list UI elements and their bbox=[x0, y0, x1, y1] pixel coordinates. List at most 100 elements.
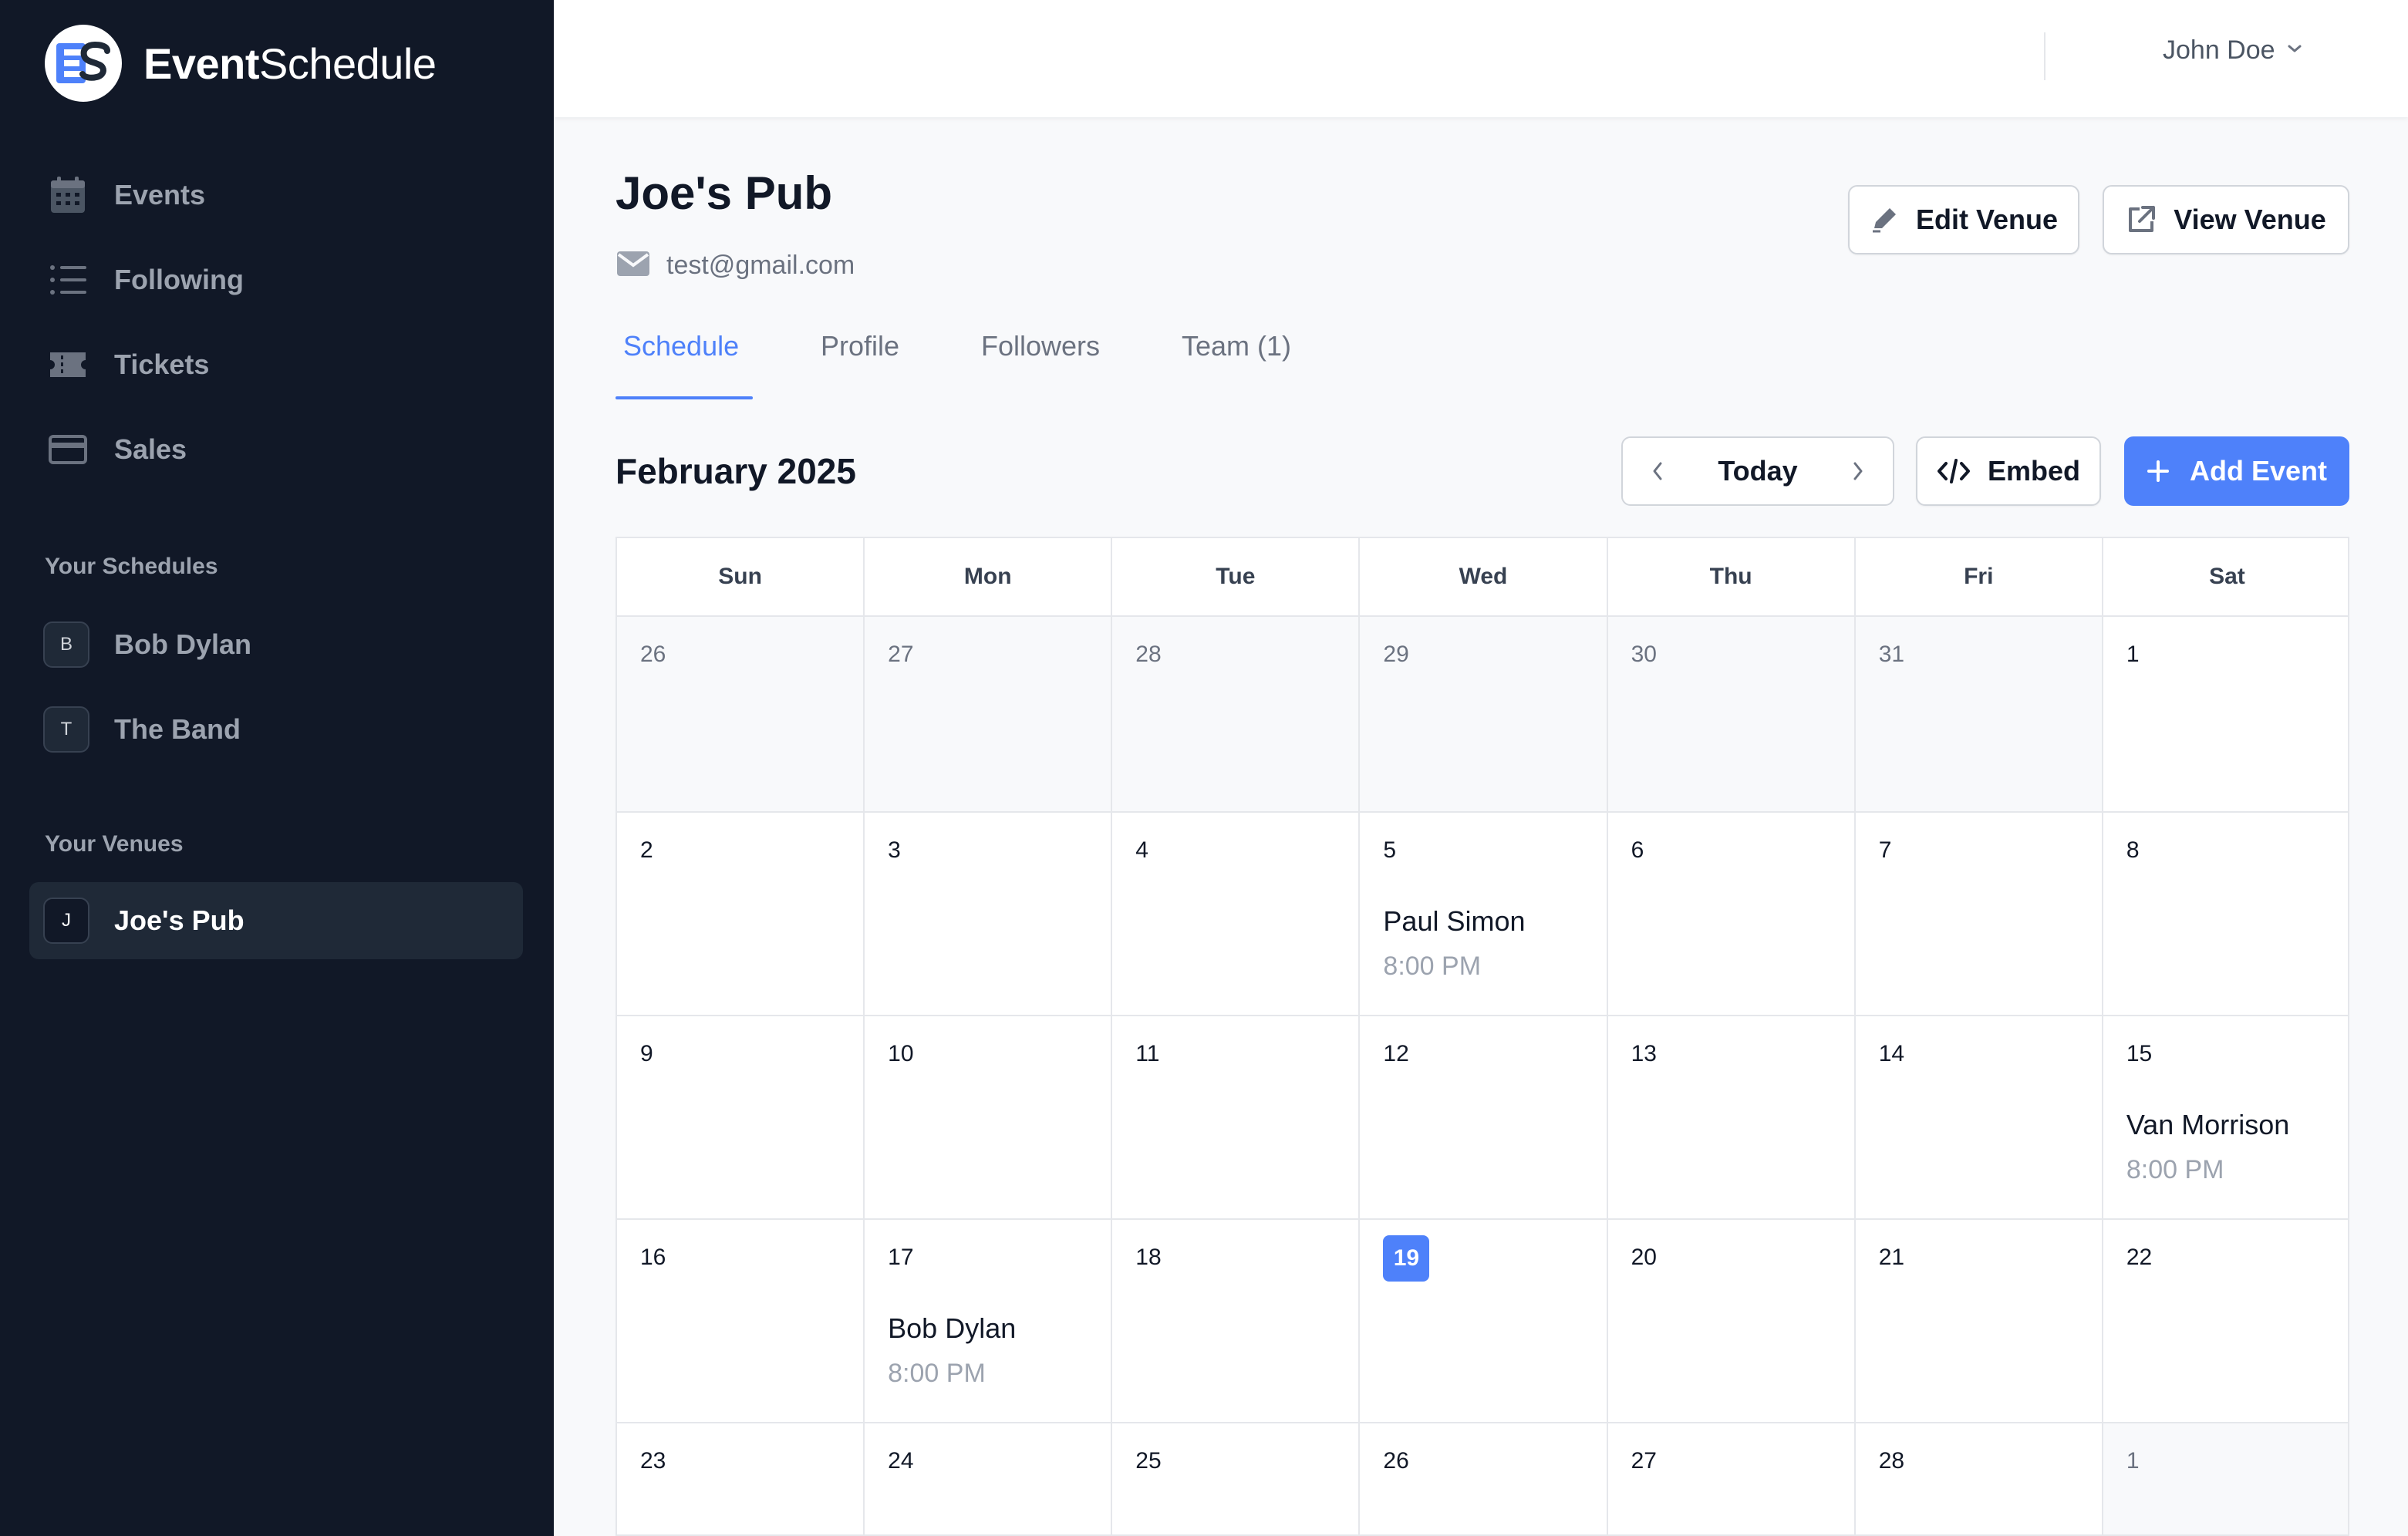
calendar-day-cell[interactable]: 27 bbox=[865, 617, 1113, 813]
tab-schedule[interactable]: Schedule bbox=[623, 312, 739, 401]
tab-followers[interactable]: Followers bbox=[981, 312, 1100, 401]
calendar-day-cell[interactable]: 5 Paul Simon 8:00 PM bbox=[1360, 813, 1608, 1016]
add-event-button[interactable]: Add Event bbox=[2124, 436, 2349, 506]
day-number: 27 bbox=[1631, 1448, 1657, 1474]
event-time: 8:00 PM bbox=[888, 1359, 986, 1388]
calendar-day-cell[interactable]: 28 bbox=[1112, 617, 1361, 813]
embed-label: Embed bbox=[1987, 455, 2081, 487]
day-number: 1 bbox=[2126, 1448, 2140, 1474]
day-number: 20 bbox=[1631, 1245, 1657, 1270]
calendar-day-cell[interactable]: 26 bbox=[617, 617, 865, 813]
calendar-day-cell[interactable]: 2 bbox=[617, 813, 865, 1016]
weekday-label: Thu bbox=[1608, 538, 1856, 615]
external-link-icon bbox=[2126, 204, 2157, 235]
calendar-day-cell[interactable]: 30 bbox=[1607, 617, 1856, 813]
brand-name: EventSchedule bbox=[143, 39, 437, 88]
sidebar-nav: Events Following Tickets Sales bbox=[0, 153, 554, 492]
calendar-day-cell[interactable]: 13 bbox=[1607, 1016, 1856, 1220]
calendar-day-cell[interactable]: 9 bbox=[617, 1016, 865, 1220]
tab-team[interactable]: Team (1) bbox=[1182, 312, 1291, 401]
edit-venue-button[interactable]: Edit Venue bbox=[1848, 185, 2079, 254]
weekday-label: Wed bbox=[1360, 538, 1608, 615]
day-number: 21 bbox=[1878, 1245, 1905, 1270]
venue-email: test@gmail.com bbox=[615, 250, 855, 281]
month-title: February 2025 bbox=[615, 451, 856, 491]
sidebar-item-tickets[interactable]: Tickets bbox=[0, 322, 554, 407]
user-menu[interactable]: John Doe bbox=[2163, 35, 2303, 66]
day-number: 14 bbox=[1878, 1041, 1905, 1066]
sidebar-item-sales[interactable]: Sales bbox=[0, 407, 554, 492]
calendar-day-cell[interactable]: 7 bbox=[1855, 813, 2103, 1016]
calendar-event[interactable]: Van Morrison 8:00 PM bbox=[2126, 1109, 2289, 1185]
calendar-day-cell[interactable]: 26 bbox=[1360, 1423, 1608, 1534]
chevron-right-icon bbox=[1853, 462, 1863, 480]
weekday-label: Sun bbox=[617, 538, 865, 615]
schedule-item-the-band[interactable]: T The Band bbox=[29, 691, 523, 768]
calendar-day-cell[interactable]: 10 bbox=[865, 1016, 1113, 1220]
today-button[interactable]: Today bbox=[1692, 455, 1823, 487]
day-number: 9 bbox=[640, 1041, 653, 1066]
calendar-event[interactable]: Bob Dylan 8:00 PM bbox=[888, 1312, 1016, 1389]
sidebar-item-label: Sales bbox=[114, 433, 187, 465]
weekday-label: Mon bbox=[865, 538, 1113, 615]
calendar-day-cell[interactable]: 31 bbox=[1855, 617, 2103, 813]
mail-icon bbox=[615, 250, 651, 281]
weekday-label: Fri bbox=[1856, 538, 2103, 615]
calendar-day-cell[interactable]: 15 Van Morrison 8:00 PM bbox=[2103, 1016, 2348, 1220]
add-event-label: Add Event bbox=[2189, 455, 2327, 487]
calendar-day-cell[interactable]: 24 bbox=[865, 1423, 1113, 1534]
calendar-day-cell[interactable]: 3 bbox=[865, 813, 1113, 1016]
calendar-day-cell[interactable]: 8 bbox=[2103, 813, 2348, 1016]
calendar-day-cell[interactable]: 11 bbox=[1112, 1016, 1361, 1220]
day-number: 11 bbox=[1135, 1041, 1160, 1066]
calendar-day-cell[interactable]: 28 bbox=[1855, 1423, 2103, 1534]
calendar-day-cell[interactable]: 4 bbox=[1112, 813, 1361, 1016]
calendar-day-cell[interactable]: 29 bbox=[1360, 617, 1608, 813]
credit-card-icon bbox=[48, 429, 88, 470]
list-icon bbox=[48, 260, 88, 300]
calendar-day-cell[interactable]: 20 bbox=[1607, 1220, 1856, 1423]
calendar-event[interactable]: Paul Simon 8:00 PM bbox=[1383, 905, 1525, 982]
top-bar: John Doe bbox=[554, 0, 2408, 117]
schedule-item-bob-dylan[interactable]: B Bob Dylan bbox=[29, 606, 523, 683]
calendar-icon bbox=[48, 175, 88, 215]
calendar-day-cell[interactable]: 22 bbox=[2103, 1220, 2348, 1423]
day-number: 4 bbox=[1135, 837, 1148, 863]
calendar-day-cell[interactable]: 17 Bob Dylan 8:00 PM bbox=[865, 1220, 1113, 1423]
event-name: Van Morrison bbox=[2126, 1109, 2290, 1140]
brand[interactable]: EventSchedule bbox=[45, 25, 437, 102]
embed-button[interactable]: Embed bbox=[1916, 436, 2101, 506]
calendar-day-cell[interactable]: 23 bbox=[617, 1423, 865, 1534]
ticket-icon bbox=[48, 345, 88, 385]
venue-item-joes-pub[interactable]: J Joe's Pub bbox=[29, 882, 523, 959]
calendar-day-cell[interactable]: 19 bbox=[1360, 1220, 1608, 1423]
calendar-day-cell[interactable]: 25 bbox=[1112, 1423, 1361, 1534]
calendar-day-cell[interactable]: 1 bbox=[2103, 617, 2348, 813]
view-venue-button[interactable]: View Venue bbox=[2103, 185, 2349, 254]
calendar-day-cell[interactable]: 6 bbox=[1607, 813, 1856, 1016]
calendar-day-cell[interactable]: 12 bbox=[1360, 1016, 1608, 1220]
sidebar-item-events[interactable]: Events bbox=[0, 153, 554, 237]
divider bbox=[2044, 32, 2045, 80]
calendar-day-cell[interactable]: 1 bbox=[2103, 1423, 2348, 1534]
previous-month-button[interactable] bbox=[1623, 438, 1692, 504]
sidebar-item-label: Events bbox=[114, 179, 206, 211]
day-number: 8 bbox=[2126, 837, 2140, 863]
next-month-button[interactable] bbox=[1823, 438, 1893, 504]
calendar-day-cell[interactable]: 18 bbox=[1112, 1220, 1361, 1423]
day-number: 31 bbox=[1878, 642, 1905, 667]
venue-email-text: test@gmail.com bbox=[666, 251, 855, 280]
event-name: Paul Simon bbox=[1383, 905, 1526, 937]
sidebar-item-following[interactable]: Following bbox=[0, 237, 554, 322]
day-number: 26 bbox=[1383, 1448, 1409, 1474]
calendar-day-cell[interactable]: 27 bbox=[1607, 1423, 1856, 1534]
calendar-day-cell[interactable]: 21 bbox=[1855, 1220, 2103, 1423]
calendar-day-cell[interactable]: 16 bbox=[617, 1220, 865, 1423]
tab-profile[interactable]: Profile bbox=[821, 312, 899, 401]
chevron-down-icon bbox=[2286, 43, 2303, 58]
calendar-day-cell[interactable]: 14 bbox=[1855, 1016, 2103, 1220]
day-number: 16 bbox=[640, 1245, 666, 1270]
day-number: 1 bbox=[2126, 642, 2140, 667]
schedule-item-label: The Band bbox=[114, 713, 241, 745]
day-number: 27 bbox=[888, 642, 914, 667]
